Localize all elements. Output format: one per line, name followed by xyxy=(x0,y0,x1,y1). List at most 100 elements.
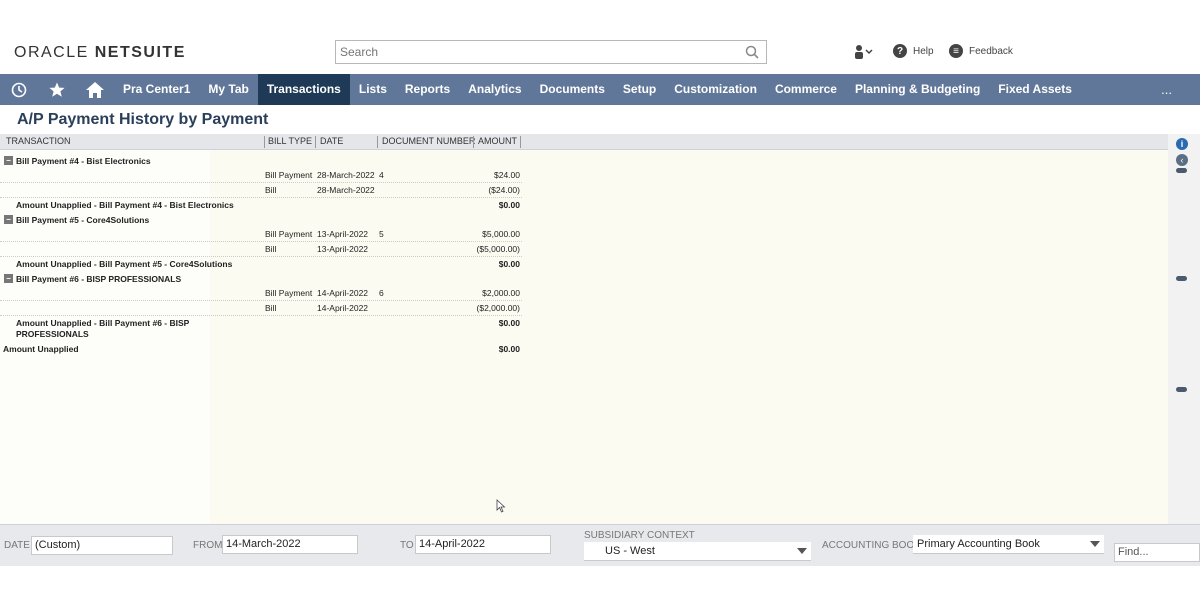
date-filter-select[interactable]: (Custom) xyxy=(31,536,173,555)
netsuite-logo[interactable]: ORACLE NETSUITE xyxy=(14,44,186,62)
cell-bill-type: Bill xyxy=(265,185,277,195)
subtotal-amount: $0.00 xyxy=(498,200,520,210)
top-header: ORACLE NETSUITE ? Help ≡ Feedback xyxy=(0,0,1200,74)
row-divider xyxy=(0,300,522,301)
subtotal-label: Amount Unapplied - Bill Payment #5 - Cor… xyxy=(16,259,233,269)
chevron-down-icon xyxy=(797,548,807,554)
row-divider xyxy=(0,256,522,257)
col-bill-type[interactable]: BILL TYPE xyxy=(268,136,312,146)
subsidiary-value: US - West xyxy=(605,545,655,557)
nav-transactions[interactable]: Transactions xyxy=(257,74,350,105)
row-divider xyxy=(0,197,522,198)
col-amount[interactable]: AMOUNT xyxy=(478,136,517,146)
nav-lists[interactable]: Lists xyxy=(350,74,396,105)
cell-bill-type: Bill Payment xyxy=(265,170,313,180)
cell-doc-number[interactable]: 6 xyxy=(379,288,384,298)
col-date[interactable]: DATE xyxy=(320,136,343,146)
col-document-number[interactable]: DOCUMENT NUMBER xyxy=(382,136,475,146)
cell-amount: ($2,000.00) xyxy=(476,303,520,313)
search-icon[interactable] xyxy=(744,44,760,60)
col-separator xyxy=(315,136,316,148)
subtotal-label-line1: Amount Unapplied - Bill Payment #6 - BIS… xyxy=(16,318,190,328)
scroll-handle[interactable] xyxy=(1176,276,1187,281)
cell-doc-number[interactable]: 4 xyxy=(379,170,384,180)
cell-date: 13-April-2022 xyxy=(317,244,369,254)
nav-commerce[interactable]: Commerce xyxy=(766,74,846,105)
report-grid: TRANSACTION BILL TYPE DATE DOCUMENT NUMB… xyxy=(0,134,1168,524)
subtotal-label: Amount Unapplied - Bill Payment #4 - Bis… xyxy=(16,200,234,210)
info-icon[interactable]: i xyxy=(1176,138,1188,150)
favorites-button[interactable] xyxy=(38,74,76,105)
cell-amount: $2,000.00 xyxy=(482,288,520,298)
subsidiary-context-label: SUBSIDIARY CONTEXT xyxy=(584,530,695,541)
from-date-input[interactable]: 14-March-2022 xyxy=(222,535,358,554)
cell-amount: ($5,000.00) xyxy=(476,244,520,254)
group-name: Bill Payment #5 - Core4Solutions xyxy=(16,215,150,225)
report-header-row: TRANSACTION BILL TYPE DATE DOCUMENT NUMB… xyxy=(0,134,1168,150)
mouse-cursor-icon xyxy=(496,499,506,513)
user-roles-menu[interactable] xyxy=(853,44,873,60)
nav-customization[interactable]: Customization xyxy=(665,74,766,105)
col-separator xyxy=(473,136,474,148)
from-label: FROM xyxy=(193,540,223,551)
col-separator xyxy=(520,136,521,148)
cell-date: 28-March-2022 xyxy=(317,185,375,195)
cell-date: 13-April-2022 xyxy=(317,229,369,239)
nav-reports[interactable]: Reports xyxy=(396,74,459,105)
nav-documents[interactable]: Documents xyxy=(531,74,614,105)
right-side-rail: i ‹ xyxy=(1168,134,1200,524)
total-label: Amount Unapplied xyxy=(3,344,79,354)
recent-records-button[interactable] xyxy=(0,74,38,105)
nav-analytics[interactable]: Analytics xyxy=(459,74,530,105)
collapse-icon[interactable]: − xyxy=(4,215,13,224)
help-icon: ? xyxy=(893,44,907,58)
cell-amount: ($24.00) xyxy=(488,185,520,195)
row-divider xyxy=(0,315,522,316)
cell-bill-type: Bill xyxy=(265,244,277,254)
help-label: Help xyxy=(913,45,934,57)
collapse-icon[interactable]: − xyxy=(4,274,13,283)
nav-planning-budgeting[interactable]: Planning & Budgeting xyxy=(846,74,989,105)
accounting-book-label: ACCOUNTING BOOK xyxy=(822,540,921,551)
feedback-label: Feedback xyxy=(969,45,1013,57)
collapse-icon[interactable]: − xyxy=(4,156,13,165)
subtotal-amount: $0.00 xyxy=(498,259,520,269)
subtotal-amount: $0.00 xyxy=(498,318,520,328)
home-icon xyxy=(86,81,104,98)
feedback-link[interactable]: ≡ Feedback xyxy=(949,44,1013,58)
nav-fixed-assets[interactable]: Fixed Assets xyxy=(989,74,1081,105)
user-switch-icon xyxy=(855,45,873,59)
find-input[interactable]: Find... xyxy=(1114,543,1200,562)
cell-date: 14-April-2022 xyxy=(317,303,369,313)
nav-more-button[interactable]: ... xyxy=(1161,74,1172,105)
cell-amount: $24.00 xyxy=(494,170,520,180)
logo-netsuite: NETSUITE xyxy=(94,44,186,61)
accounting-book-select[interactable]: Primary Accounting Book xyxy=(913,535,1104,554)
star-icon xyxy=(49,82,65,97)
scroll-handle[interactable] xyxy=(1176,387,1187,392)
total-amount: $0.00 xyxy=(498,344,520,354)
col-transaction[interactable]: TRANSACTION xyxy=(6,136,71,146)
feedback-icon: ≡ xyxy=(949,44,963,58)
history-icon xyxy=(11,82,27,97)
cell-doc-number[interactable]: 5 xyxy=(379,229,384,239)
to-date-input[interactable]: 14-April-2022 xyxy=(415,535,551,554)
nav-pra-center[interactable]: Pra Center1 xyxy=(114,74,199,105)
cell-date: 14-April-2022 xyxy=(317,288,369,298)
group-name: Bill Payment #6 - BISP PROFESSIONALS xyxy=(16,274,182,284)
global-search[interactable] xyxy=(335,40,767,64)
report-filter-bar: DATE (Custom) FROM 14-March-2022 TO 14-A… xyxy=(0,524,1200,566)
col-separator xyxy=(264,136,265,148)
to-label: TO xyxy=(400,540,414,551)
subsidiary-context-select[interactable]: US - West xyxy=(584,542,811,561)
home-button[interactable] xyxy=(76,74,114,105)
row-divider xyxy=(0,182,522,183)
nav-setup[interactable]: Setup xyxy=(614,74,665,105)
accounting-book-value: Primary Accounting Book xyxy=(917,538,1040,550)
help-link[interactable]: ? Help xyxy=(893,44,934,58)
scroll-handle[interactable] xyxy=(1176,168,1187,173)
subtotal-label-line2: PROFESSIONALS xyxy=(16,329,89,339)
search-input[interactable] xyxy=(336,41,736,63)
collapse-panel-icon[interactable]: ‹ xyxy=(1176,154,1188,166)
nav-my-tab[interactable]: My Tab xyxy=(199,74,257,105)
